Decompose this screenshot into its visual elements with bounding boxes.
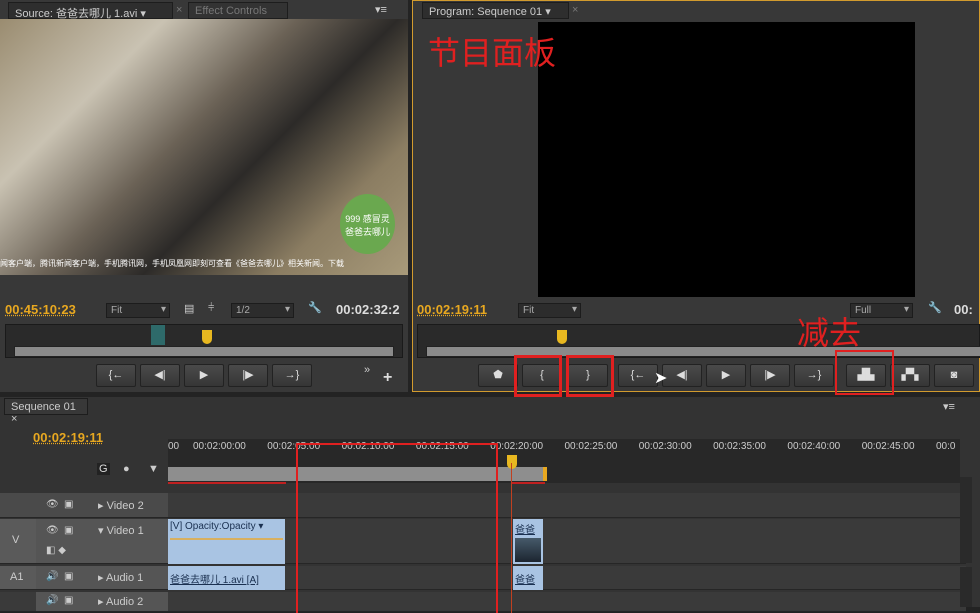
source-panel: Source: 爸爸去哪儿 1.avi ▾ × Effect Controls … (0, 0, 408, 392)
video-scrollbar[interactable] (960, 477, 972, 563)
more-icon[interactable]: » (364, 364, 370, 376)
wrench-icon[interactable]: 🔧 (308, 301, 322, 314)
export-frame-button[interactable]: ◙ (934, 364, 974, 387)
waveform-icon[interactable]: ⫩ (208, 302, 214, 315)
timeline-ruler[interactable]: 00 00:02:00:00 00:02:05:00 00:02:10:00 00:02… (168, 439, 960, 484)
go-to-out-button[interactable]: →} (272, 364, 312, 387)
ruler-tick-label: 00:02:35:00 (713, 441, 766, 452)
tab-program[interactable]: Program: Sequence 01 ▾ (422, 2, 569, 19)
source-duration: 00:02:32:2 (336, 302, 400, 317)
program-zoom-select[interactable]: Fit (518, 303, 581, 318)
video-clip[interactable]: 爸爸 (513, 519, 543, 564)
source-patch-v[interactable]: V (0, 519, 36, 563)
lock-icon[interactable]: ▣ (64, 499, 73, 510)
tab-sequence[interactable]: Sequence 01 × (4, 398, 88, 425)
annotation-program-panel: 节目面板 (428, 34, 557, 72)
go-to-in-button[interactable]: {← (96, 364, 136, 387)
wrench-icon[interactable]: 🔧 (928, 301, 942, 314)
audio-scrollbar[interactable] (960, 567, 972, 607)
source-mini-timeline[interactable] (5, 324, 403, 358)
source-timecode[interactable]: 00:45:10:23 (5, 302, 76, 317)
step-back-button[interactable]: ◀| (140, 364, 180, 387)
program-mini-timeline[interactable] (417, 324, 980, 358)
go-to-out-button[interactable]: →} (794, 364, 834, 387)
panel-menu-icon[interactable]: ▾≡ (943, 400, 955, 413)
program-video-frame (538, 22, 915, 297)
play-button[interactable]: ▶ (184, 364, 224, 387)
timeline-timecode[interactable]: 00:02:19:11 (33, 430, 103, 445)
play-button[interactable]: ▶ (706, 364, 746, 387)
tab-effect-controls[interactable]: Effect Controls (188, 2, 288, 19)
source-video-frame: 999 感冒灵 爸爸去哪儿 闻客户端，腾讯新闻客户端，手机腾讯网，手机凤凰网即刻… (0, 19, 408, 275)
source-patch-a1[interactable]: A1 (0, 566, 36, 589)
highlight-mark-out (566, 355, 614, 397)
playhead[interactable] (202, 330, 212, 344)
ruler-tick-label: 00:02:45:00 (861, 441, 915, 452)
go-to-in-button[interactable]: {← (618, 364, 658, 387)
highlight-mark-in (514, 355, 562, 397)
zoom-scrollbar[interactable] (14, 346, 394, 357)
ruler-tick-label: 00 (168, 441, 180, 452)
camera-icon: ◙ (950, 369, 958, 381)
add-button-icon[interactable]: + (383, 369, 392, 387)
audio-clip[interactable]: 爸爸去哪儿 1.avi [A] (168, 566, 285, 590)
lock-icon[interactable]: ▣ (64, 571, 73, 582)
ruler-tick-label: 00:0 (936, 441, 956, 452)
track-toggle[interactable]: ▸ Video 2 (98, 499, 144, 512)
video-caption: 闻客户端，腾讯新闻客户端，手机腾讯网，手机凤凰网即刻可查看《爸爸去哪儿》相关新闻… (0, 259, 344, 268)
tab-source[interactable]: Source: 爸爸去哪儿 1.avi ▾ (8, 2, 173, 20)
timeline-panel: Sequence 01 × ▾≡ 00:02:19:11 G ● ▼ 00 00:… (0, 397, 980, 613)
filmstrip-icon[interactable]: ▤ (184, 302, 194, 315)
video-clip[interactable]: [V] Opacity:Opacity ▾ (168, 519, 285, 564)
playhead[interactable] (507, 455, 517, 469)
lock-icon[interactable]: ▣ (64, 525, 73, 536)
speaker-icon[interactable]: 🔊 (46, 595, 58, 606)
track-toggle[interactable]: ▸ Audio 1 (98, 571, 143, 584)
playhead[interactable] (557, 330, 567, 344)
source-zoom-select[interactable]: Fit (106, 303, 170, 318)
ruler-tick-label: 00:02:30:00 (638, 441, 692, 452)
audio-clip[interactable]: 爸爸 (513, 566, 543, 590)
step-back-button[interactable]: ◀| (662, 364, 702, 387)
zoom-scrollbar[interactable] (426, 346, 980, 357)
ruler-tick-label: 00:02:20:00 (490, 441, 544, 452)
playhead-line (511, 463, 512, 613)
ruler-tick-label: 00:02:25:00 (564, 441, 618, 452)
add-marker-icon[interactable]: ▼ (148, 463, 159, 475)
show-logo: 999 感冒灵 爸爸去哪儿 (340, 194, 395, 254)
ruler-tick-label: 00:02:40:00 (787, 441, 841, 452)
track-toggle[interactable]: ▾ Video 1 (98, 524, 144, 537)
highlight-lift (835, 350, 894, 395)
eye-icon[interactable]: 👁 (46, 499, 59, 510)
step-forward-button[interactable]: |▶ (750, 364, 790, 387)
keyframe-icon[interactable]: ◧ ◆ (46, 545, 66, 556)
close-icon[interactable]: × (572, 4, 578, 16)
program-timecode[interactable]: 00:02:19:11 (417, 302, 487, 317)
track-toggle[interactable]: ▸ Audio 2 (98, 595, 143, 608)
close-icon[interactable]: × (176, 4, 182, 16)
speaker-icon[interactable]: 🔊 (46, 571, 58, 582)
lock-icon[interactable]: ▣ (64, 595, 73, 606)
snap-icon[interactable]: G (97, 463, 110, 475)
add-marker-button[interactable]: ⬟ (478, 364, 518, 387)
panel-menu-icon[interactable]: ▾≡ (375, 3, 387, 16)
ruler-tick-label: 00:02:00:00 (193, 441, 246, 452)
eye-icon[interactable]: 👁 (46, 525, 59, 536)
source-resolution-select[interactable]: 1/2 (231, 303, 294, 318)
marker-icon[interactable]: ● (123, 463, 130, 475)
extract-button[interactable]: ▞▚ (890, 364, 930, 387)
annotation-lift: 减去 (797, 314, 862, 352)
program-duration: 00: (954, 302, 973, 317)
step-forward-button[interactable]: |▶ (228, 364, 268, 387)
mouse-cursor-icon: ➤ (654, 370, 668, 387)
extract-icon: ▞▚ (901, 369, 919, 381)
highlight-range (296, 443, 498, 613)
